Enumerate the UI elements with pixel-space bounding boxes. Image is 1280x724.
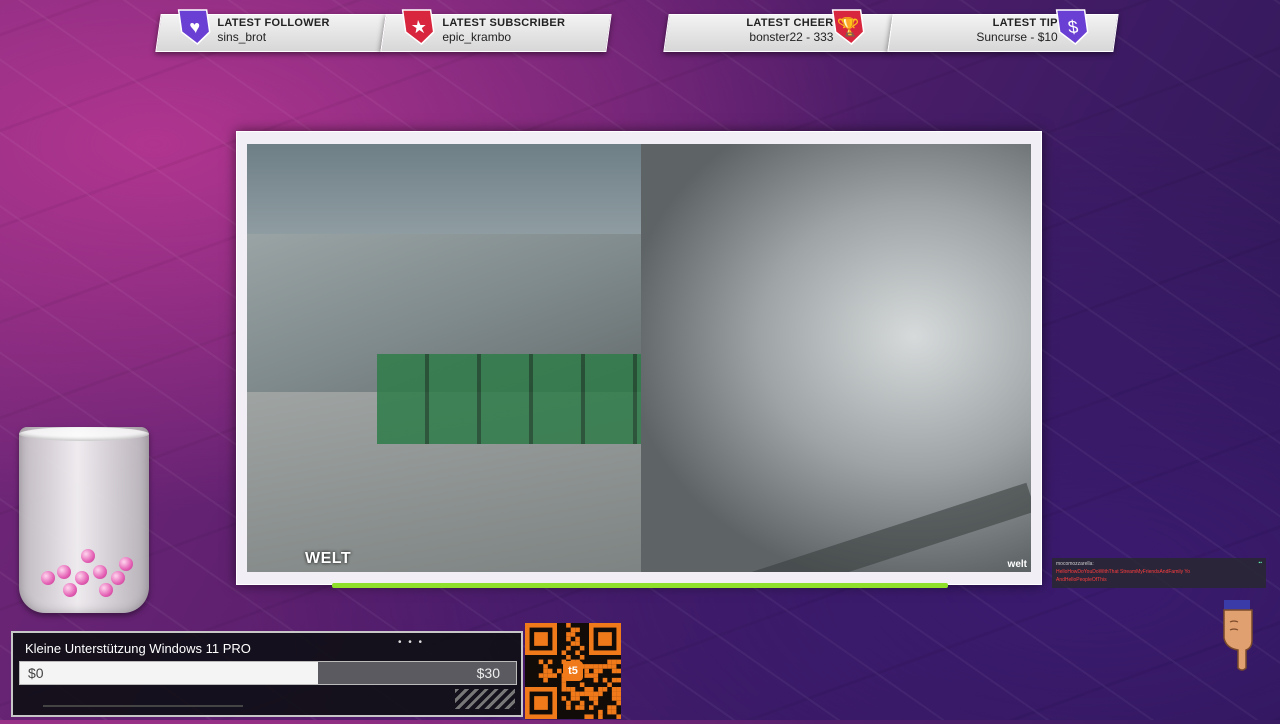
latest-follower-value: sins_brot [217,30,267,44]
tip-jar-glass [19,427,149,613]
latest-tip-value: Suncurse - $10 [975,30,1058,44]
goal-end-amount: $30 [476,665,500,681]
ball [75,571,89,585]
qr-logo: t5 [563,661,583,681]
latest-cheer-value: bonster22 - 333 [749,30,834,44]
donation-goal-widget: Kleine Unterstützung Windows 11 PRO • • … [11,631,523,717]
goal-decor-hatch [455,689,515,709]
video-player[interactable]: WELT welt [247,144,1031,572]
latest-subscriber-title: LATEST SUBSCRIBER [442,17,566,29]
factory-ceiling [247,144,667,234]
goal-decor-dots: • • • [398,637,425,648]
heart-icon: ♥ [173,8,216,46]
chat-message-continued: AndHelloPeopleOfThis [1056,577,1107,583]
latest-cheer-title: LATEST CHEER [746,17,834,29]
latest-follower-title: LATEST FOLLOWER [217,17,330,29]
video-progress-bar [332,583,948,588]
ball [99,583,113,597]
pointing-hand-icon [1216,600,1260,672]
latest-subscriber-value: epic_krambo [442,30,512,44]
goal-progress-track: $0 $30 [19,661,517,685]
ball [57,565,71,579]
money-bag-icon: $ [1051,8,1094,46]
ball [119,557,133,571]
chat-badge-icon: ▪▪ [1258,560,1262,566]
ball [93,565,107,579]
star-icon: ★ [397,8,440,46]
chat-overlay: mocomozzarella: ▪▪ HelloHowDoYouDoWithTh… [1052,558,1266,588]
video-frame: WELT welt [236,131,1042,585]
chat-message: HelloHowDoYouDoWithThat StreamMyFriendsA… [1056,569,1191,575]
welt-watermark-small: welt [1007,559,1027,570]
trophy-icon: 🏆 [827,8,870,46]
goal-decor-line [43,705,243,707]
ball [63,583,77,597]
qr-code[interactable]: t5 [525,623,621,719]
ball [81,549,95,563]
factory-racks [377,354,657,444]
goal-title: Kleine Unterstützung Windows 11 PRO [25,641,251,656]
latest-tip-title: LATEST TIP [992,17,1058,29]
goal-start-amount: $0 [28,665,44,681]
ball [41,571,55,585]
welt-watermark: WELT [305,550,352,567]
ball [111,571,125,585]
goal-progress-fill [20,662,318,684]
chat-username: mocomozzarella: [1056,561,1094,567]
